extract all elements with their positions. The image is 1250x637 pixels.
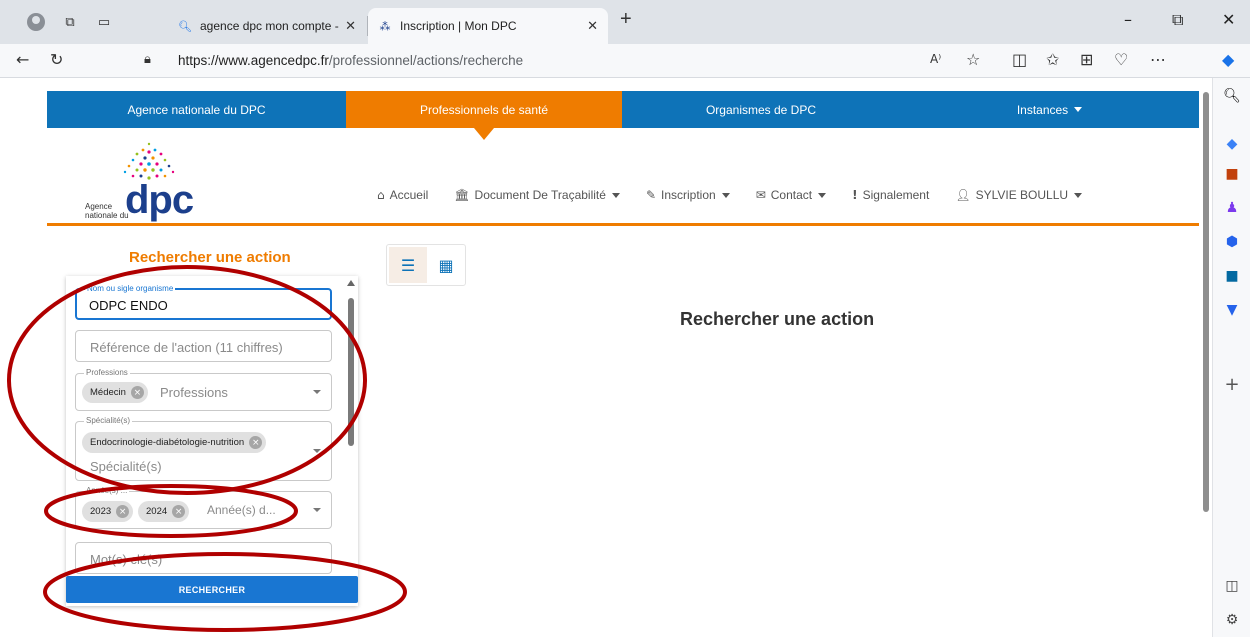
copilot-icon[interactable]: ◆: [1222, 50, 1234, 69]
nav-professionnels[interactable]: Professionnels de santé: [346, 91, 622, 140]
tab-search[interactable]: 🔍︎ agence dpc mon compte - Reche ✕: [168, 8, 366, 44]
minimize-icon[interactable]: –: [1124, 10, 1132, 29]
edge-sidebar: 🔍︎ ◆ ■ ♟ ⬢ ■ ▼ + ◫ ⚙: [1212, 78, 1250, 637]
chevron-down-icon: [1074, 192, 1083, 198]
tab-strip: ⧉ ▭ 🔍︎ agence dpc mon compte - Reche ✕ ⁂…: [0, 0, 1250, 44]
logo-mark: dpc: [125, 178, 194, 222]
new-tab-icon[interactable]: +: [620, 8, 632, 31]
institution-icon: 🏛︎: [454, 188, 470, 202]
remove-chip-icon[interactable]: ×: [130, 386, 144, 399]
shopping-tag-icon[interactable]: ◆: [1213, 136, 1250, 152]
close-tab-icon[interactable]: ✕: [345, 18, 356, 34]
close-tab-icon[interactable]: ✕: [587, 18, 598, 34]
tools-icon[interactable]: ■: [1213, 166, 1250, 182]
sidebar-toggle-icon[interactable]: ◫: [1213, 578, 1250, 594]
search-filter-panel: Nom ou sigle organisme ODPC ENDO Référen…: [66, 276, 358, 606]
exclamation-icon: !: [852, 188, 858, 202]
menu-contact[interactable]: ✉ Contact: [755, 188, 827, 202]
results-title: Rechercher une action: [680, 309, 875, 329]
mots-cles-field[interactable]: Mot(s) clé(s): [75, 542, 332, 574]
list-view-icon[interactable]: ☰: [389, 247, 427, 283]
games-icon[interactable]: ♟: [1213, 200, 1250, 216]
workspaces-icon[interactable]: ⧉: [60, 12, 80, 32]
agence-dpc-logo[interactable]: Agence nationale du dpc: [85, 138, 205, 222]
add-icon[interactable]: +: [1213, 374, 1250, 395]
top-navigation: Agence nationale du DPC Professionnels d…: [47, 91, 1199, 140]
split-screen-icon[interactable]: ◫: [1012, 50, 1027, 69]
chevron-down-icon: [313, 508, 321, 512]
scroll-up-icon[interactable]: [347, 280, 355, 286]
annees-select[interactable]: Année(s) ... 2023 × 2024 × Année(s) d...: [75, 486, 332, 529]
restore-icon[interactable]: ⧉: [1172, 10, 1183, 30]
send-icon[interactable]: ▼: [1213, 302, 1250, 318]
back-icon[interactable]: ←: [16, 50, 29, 69]
site-header: Agence nationale du dpc ⌂ Accueil 🏛︎ Docume…: [47, 128, 1199, 226]
chevron-down-icon: [313, 390, 321, 394]
nav-instances[interactable]: Instances: [900, 91, 1199, 128]
menu-signalement[interactable]: ! Signalement: [852, 188, 929, 202]
favorites-icon[interactable]: ✩: [1046, 50, 1059, 69]
rechercher-button[interactable]: RECHERCHER: [66, 576, 358, 603]
specialite-chip[interactable]: Endocrinologie-diabétologie-nutrition ×: [82, 432, 267, 453]
close-window-icon[interactable]: ✕: [1222, 10, 1235, 29]
logo-text: Agence nationale du: [85, 202, 129, 220]
address-toolbar: ← ↻ 🔒︎ https://www.agencedpc.fr/professi…: [0, 44, 1250, 78]
chevron-down-icon: [611, 192, 620, 198]
more-menu-icon[interactable]: ⋯: [1150, 50, 1166, 69]
panel-scrollbar-thumb[interactable]: [348, 298, 354, 446]
browser-window: ⧉ ▭ 🔍︎ agence dpc mon compte - Reche ✕ ⁂…: [0, 0, 1250, 637]
outlook-icon[interactable]: ■: [1213, 268, 1250, 284]
home-icon: ⌂: [377, 188, 385, 202]
annee-chip[interactable]: 2023 ×: [82, 501, 134, 522]
page-info-icon[interactable]: 🔒︎: [144, 52, 151, 67]
envelope-icon: ✉: [755, 188, 766, 202]
chevron-down-icon: [818, 192, 827, 198]
menu-user[interactable]: 👤︎ SYLVIE BOULLU: [955, 188, 1083, 202]
chevron-down-icon: [1074, 107, 1083, 112]
tab-actions-icon[interactable]: ▭: [94, 12, 114, 32]
read-aloud-icon[interactable]: A⁾: [930, 52, 941, 66]
refresh-icon[interactable]: ↻: [50, 50, 63, 69]
menu-tracabilite[interactable]: 🏛︎ Document De Traçabilité: [454, 188, 620, 202]
profile-icon[interactable]: [26, 12, 46, 32]
favorite-star-icon[interactable]: ☆: [966, 50, 980, 69]
chevron-down-icon: [721, 192, 730, 198]
annee-chip[interactable]: 2024 ×: [138, 501, 190, 522]
specialite-select[interactable]: Spécialité(s) Endocrinologie-diabétologi…: [75, 416, 332, 481]
collections-icon[interactable]: ⊞: [1080, 50, 1093, 69]
microsoft365-icon[interactable]: ⬢: [1213, 234, 1250, 250]
settings-gear-icon[interactable]: ⚙: [1213, 612, 1250, 628]
edit-icon: ✎: [645, 188, 656, 202]
profession-chip[interactable]: Médecin ×: [82, 382, 148, 403]
scrollbar-thumb[interactable]: [1203, 92, 1209, 512]
view-toggle: ☰ ▦: [386, 244, 466, 286]
page-scrollbar[interactable]: [1199, 84, 1211, 634]
address-bar[interactable]: https://www.agencedpc.fr/professionnel/a…: [178, 53, 523, 68]
menu-inscription[interactable]: ✎ Inscription: [646, 188, 730, 202]
professions-select[interactable]: Professions Médecin × Professions: [75, 368, 332, 411]
search-icon[interactable]: 🔍︎: [1213, 88, 1250, 104]
remove-chip-icon[interactable]: ×: [116, 505, 130, 518]
organisme-field[interactable]: Nom ou sigle organisme ODPC ENDO: [75, 284, 332, 320]
page-content: Agence nationale du DPC Professionnels d…: [47, 91, 1199, 637]
remove-chip-icon[interactable]: ×: [172, 505, 186, 518]
user-icon: 👤︎: [955, 188, 971, 202]
tab-inscription[interactable]: ⁂ Inscription | Mon DPC ✕: [368, 8, 608, 44]
menu-accueil[interactable]: ⌂ Accueil: [377, 188, 428, 202]
remove-chip-icon[interactable]: ×: [249, 436, 263, 449]
chevron-down-icon: [313, 449, 321, 453]
search-panel-title: Rechercher une action: [129, 249, 291, 266]
dpc-favicon-icon: ⁂: [379, 20, 391, 33]
panel-scrollbar[interactable]: [345, 276, 358, 606]
reference-field[interactable]: Référence de l'action (11 chiffres): [75, 330, 332, 362]
nav-organismes[interactable]: Organismes de DPC: [622, 91, 900, 128]
main-menu: ⌂ Accueil 🏛︎ Document De Traçabilité ✎ Insc…: [377, 188, 1083, 202]
search-icon: 🔍︎: [178, 20, 192, 33]
nav-agence[interactable]: Agence nationale du DPC: [47, 91, 346, 128]
browser-essentials-icon[interactable]: ♡: [1114, 50, 1128, 69]
grid-view-icon[interactable]: ▦: [427, 247, 465, 283]
